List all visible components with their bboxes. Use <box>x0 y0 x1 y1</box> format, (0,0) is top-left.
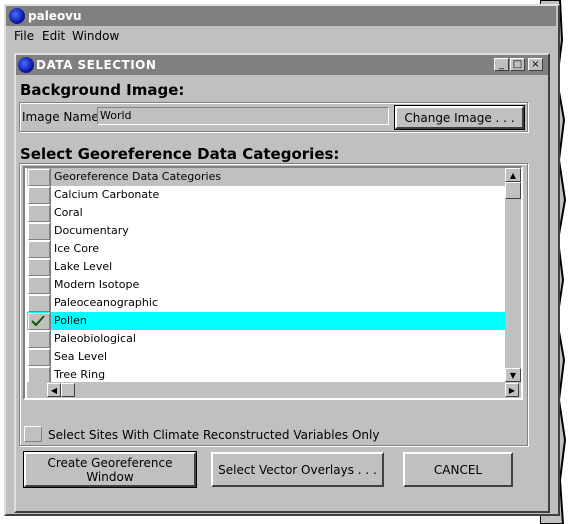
image-name-label: Image Name: <box>22 110 103 124</box>
scroll-up-arrow[interactable]: ▲ <box>505 168 521 182</box>
vertical-scrollbar[interactable]: ▲ ▼ <box>505 168 521 382</box>
row-label: Sea Level <box>50 348 505 366</box>
scroll-thumb[interactable] <box>505 182 521 199</box>
row-checkbox[interactable] <box>28 295 50 312</box>
dialog-title-bar[interactable]: DATA SELECTION _ □ × <box>16 55 548 75</box>
row-checkbox[interactable] <box>28 187 50 204</box>
scroll-left-arrow[interactable]: ◀ <box>47 383 61 397</box>
row-label: Ice Core <box>50 240 505 258</box>
change-image-button[interactable]: Change Image . . . <box>394 105 525 130</box>
column-header-categories[interactable]: Georeference Data Categories <box>50 168 505 186</box>
select-vector-overlays-button[interactable]: Select Vector Overlays . . . <box>211 452 384 487</box>
checkmark-icon <box>31 315 45 327</box>
row-label: Documentary <box>50 222 505 240</box>
close-button[interactable]: × <box>528 58 543 71</box>
create-georeference-window-button[interactable]: Create Georeference Window <box>23 451 197 488</box>
categories-table: Georeference Data Categories Calcium Car… <box>23 166 523 400</box>
row-checkbox[interactable] <box>28 331 50 348</box>
menu-edit[interactable]: Edit <box>42 29 65 43</box>
menu-bar: File Edit Window <box>6 26 556 46</box>
row-label: Calcium Carbonate <box>50 186 505 204</box>
table-row[interactable]: Documentary <box>27 222 505 241</box>
paleovu-logo-icon <box>18 57 34 73</box>
table-row[interactable]: Calcium Carbonate <box>27 186 505 205</box>
table-row[interactable]: Pollen <box>27 312 505 331</box>
horizontal-scrollbar[interactable]: ◀ ▶ <box>27 382 521 398</box>
table-row[interactable]: Ice Core <box>27 240 505 259</box>
climate-variables-checkbox[interactable] <box>24 426 42 442</box>
scroll-right-arrow[interactable]: ▶ <box>505 383 519 397</box>
scroll-down-arrow[interactable]: ▼ <box>505 368 521 382</box>
table-row[interactable]: Paleoceanographic <box>27 294 505 313</box>
row-label: Modern Isotope <box>50 276 505 294</box>
table-row[interactable]: Coral <box>27 204 505 223</box>
background-image-heading: Background Image: <box>20 81 185 99</box>
row-label: Pollen <box>50 312 505 330</box>
row-checkbox[interactable] <box>28 205 50 222</box>
table-header-row: Georeference Data Categories <box>27 168 505 187</box>
row-checkbox[interactable] <box>28 313 50 330</box>
row-checkbox[interactable] <box>28 277 50 294</box>
dialog-title: DATA SELECTION <box>36 58 157 72</box>
minimize-button[interactable]: _ <box>494 58 509 71</box>
paleovu-logo-icon <box>9 8 25 24</box>
table-row[interactable]: Paleobiological <box>27 330 505 349</box>
row-label: Coral <box>50 204 505 222</box>
climate-variables-label: Select Sites With Climate Reconstructed … <box>48 428 380 442</box>
menu-file[interactable]: File <box>14 29 34 43</box>
row-checkbox[interactable] <box>28 259 50 276</box>
image-name-field: World <box>97 107 389 125</box>
image-name-value: World <box>100 109 132 122</box>
app-title-bar[interactable]: paleovu <box>6 6 556 26</box>
row-checkbox[interactable] <box>28 349 50 366</box>
row-checkbox[interactable] <box>28 241 50 258</box>
app-title: paleovu <box>28 9 82 23</box>
table-row[interactable]: Lake Level <box>27 258 505 277</box>
header-checkbox-cell <box>28 169 50 186</box>
cancel-button[interactable]: CANCEL <box>403 452 513 487</box>
row-label: Lake Level <box>50 258 505 276</box>
scroll-h-thumb[interactable] <box>61 383 75 397</box>
row-checkbox[interactable] <box>28 223 50 240</box>
categories-heading: Select Georeference Data Categories: <box>20 145 340 163</box>
menu-window[interactable]: Window <box>72 29 119 43</box>
table-row[interactable]: Modern Isotope <box>27 276 505 295</box>
maximize-button[interactable]: □ <box>510 58 525 71</box>
row-label: Paleoceanographic <box>50 294 505 312</box>
table-row[interactable]: Sea Level <box>27 348 505 367</box>
row-label: Paleobiological <box>50 330 505 348</box>
